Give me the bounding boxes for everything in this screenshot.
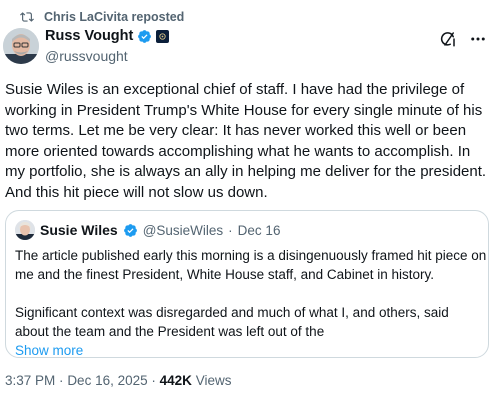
views-count: 442K bbox=[159, 373, 192, 388]
repost-text: Chris LaCivita reposted bbox=[44, 10, 185, 24]
tweet-line: Susie Wiles is an exceptional chief of s… bbox=[5, 81, 465, 98]
tweet-line: two terms. Let me be very clear: It has … bbox=[5, 122, 467, 139]
grok-icon[interactable] bbox=[439, 30, 457, 48]
author-handle[interactable]: @russvought bbox=[45, 47, 425, 65]
meta-separator: · bbox=[151, 373, 156, 388]
header-actions bbox=[439, 30, 487, 48]
tweet-metadata: 3:37 PM · Dec 16, 2025 · 442K Views bbox=[5, 373, 231, 388]
quoted-verified-badge-icon bbox=[123, 223, 138, 238]
quoted-tweet[interactable]: Susie Wiles @SusieWiles · Dec 16 The art… bbox=[5, 210, 489, 358]
more-icon[interactable] bbox=[469, 30, 487, 48]
author-name[interactable]: Russ Vought bbox=[45, 28, 133, 44]
quoted-tweet-body: The article published early this morning… bbox=[15, 246, 487, 360]
affiliation-badge-icon[interactable] bbox=[156, 29, 170, 43]
tweet-date[interactable]: Dec 16, 2025 bbox=[67, 373, 147, 388]
quoted-author-name: Susie Wiles bbox=[40, 222, 118, 238]
repost-icon bbox=[20, 10, 34, 24]
tweet-line: my portfolio, she is always an ally in h… bbox=[5, 163, 487, 180]
quoted-tweet-header: Susie Wiles @SusieWiles · Dec 16 bbox=[15, 220, 281, 240]
tweet-body: Susie Wiles is an exceptional chief of s… bbox=[5, 80, 490, 203]
show-more-link[interactable]: Show more bbox=[15, 341, 485, 360]
meta-separator: · bbox=[59, 373, 64, 388]
quoted-line: Significant context was disregarded and … bbox=[15, 305, 449, 320]
quoted-author-avatar[interactable] bbox=[15, 220, 35, 240]
repost-indicator[interactable]: Chris LaCivita reposted bbox=[20, 9, 184, 25]
quoted-line: The article published early this morning… bbox=[15, 248, 487, 263]
quoted-date: Dec 16 bbox=[237, 222, 281, 238]
author-info: Russ Vought @russvought bbox=[45, 27, 425, 65]
verified-badge-icon[interactable] bbox=[137, 29, 152, 44]
views-label: Views bbox=[195, 373, 232, 388]
tweet-line: working in President Trump's White House… bbox=[5, 101, 483, 119]
quoted-separator: · bbox=[228, 222, 233, 238]
quoted-author-handle: @SusieWiles bbox=[142, 222, 224, 238]
tweet-time[interactable]: 3:37 PM bbox=[5, 373, 55, 388]
quoted-line: about the team and the President was lef… bbox=[15, 324, 325, 339]
tweet-line: And this hit piece will not slow us down… bbox=[5, 183, 268, 201]
quoted-line: me and the finest President, White House… bbox=[15, 267, 434, 282]
tweet-line: more oriented towards accomplishing what… bbox=[5, 142, 471, 160]
author-avatar[interactable] bbox=[3, 28, 39, 64]
